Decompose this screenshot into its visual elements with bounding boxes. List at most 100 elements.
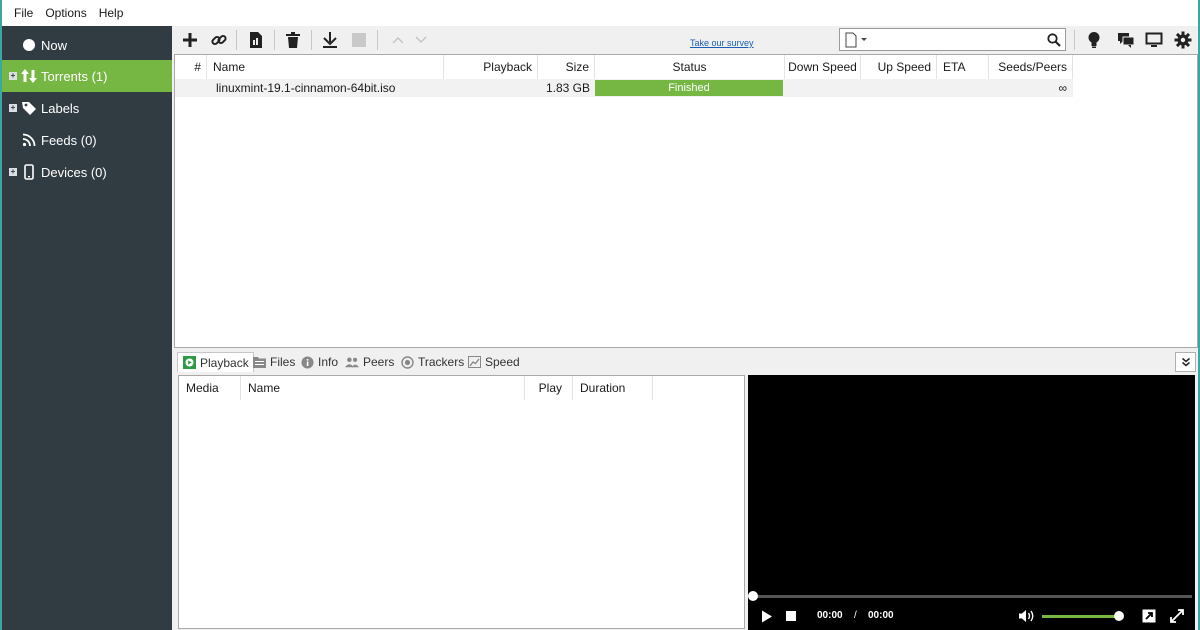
tab-trackers[interactable]: Trackers bbox=[396, 352, 468, 372]
sidebar-item-label: Feeds (0) bbox=[41, 132, 97, 148]
expand-icon[interactable]: + bbox=[9, 72, 17, 80]
sidebar-item-labels[interactable]: + Labels bbox=[2, 92, 172, 124]
column-header-media[interactable]: Media bbox=[179, 376, 241, 400]
column-header-playback[interactable]: Playback bbox=[444, 55, 538, 79]
time-separator: / bbox=[854, 610, 857, 621]
column-header-name[interactable]: Name bbox=[207, 55, 444, 79]
fullscreen-icon bbox=[1170, 609, 1184, 623]
circle-icon bbox=[20, 36, 38, 54]
fullscreen-button[interactable] bbox=[1168, 608, 1186, 624]
menu-help[interactable]: Help bbox=[93, 0, 130, 26]
column-header-play[interactable]: Play bbox=[525, 376, 573, 400]
volume-icon bbox=[1019, 610, 1034, 622]
tab-playback[interactable]: Playback bbox=[177, 352, 254, 372]
torrent-up-speed bbox=[861, 79, 937, 97]
sidebar-item-label: Labels bbox=[41, 100, 80, 116]
sidebar-item-torrents[interactable]: + Torrents (1) bbox=[2, 60, 172, 92]
tab-peers[interactable]: Peers bbox=[341, 352, 398, 372]
menu-options[interactable]: Options bbox=[39, 0, 92, 26]
column-header-number[interactable]: # bbox=[175, 55, 207, 79]
files-icon bbox=[252, 355, 266, 369]
stop-playback-button[interactable] bbox=[782, 608, 800, 624]
torrent-down-speed bbox=[785, 79, 861, 97]
add-torrent-button[interactable] bbox=[179, 29, 201, 51]
status-badge: Finished bbox=[595, 80, 783, 96]
media-list: Media Name Play Duration bbox=[178, 375, 745, 629]
current-time: 00:00 bbox=[817, 610, 843, 621]
phone-icon bbox=[20, 163, 38, 181]
tab-files[interactable]: Files bbox=[248, 352, 299, 372]
details-panel: Playback Files Info Peers Trackers Speed… bbox=[174, 350, 1198, 630]
torrent-playback bbox=[444, 79, 534, 97]
torrent-name: linuxmint-19.1-cinnamon-64bit.iso bbox=[216, 81, 396, 95]
total-time: 00:00 bbox=[868, 610, 894, 621]
play-button[interactable] bbox=[758, 608, 776, 624]
column-header-media-name[interactable]: Name bbox=[241, 376, 525, 400]
stop-button[interactable] bbox=[348, 29, 370, 51]
torrent-list: # Name Playback Size Status Down Speed U… bbox=[174, 54, 1198, 348]
delete-button[interactable] bbox=[282, 29, 304, 51]
tag-icon bbox=[20, 99, 38, 117]
sidebar-item-label: Now bbox=[41, 37, 68, 53]
move-down-button[interactable] bbox=[410, 29, 432, 51]
tab-info[interactable]: Info bbox=[296, 352, 342, 372]
column-header-down-speed[interactable]: Down Speed bbox=[785, 55, 861, 79]
sidebar-item-label: Devices (0) bbox=[41, 164, 107, 180]
search-icon[interactable] bbox=[1045, 31, 1062, 48]
add-link-button[interactable] bbox=[208, 29, 230, 51]
column-header-eta[interactable]: ETA bbox=[937, 55, 989, 79]
expand-icon[interactable]: + bbox=[9, 104, 17, 112]
tab-speed[interactable]: Speed bbox=[463, 352, 524, 372]
move-up-button[interactable] bbox=[387, 29, 409, 51]
toolbar: Take our survey bbox=[172, 26, 1198, 54]
table-row[interactable]: linuxmint-19.1-cinnamon-64bit.iso 1.83 G… bbox=[175, 79, 1073, 97]
menu-file[interactable]: File bbox=[8, 0, 39, 26]
remote-icon[interactable] bbox=[1143, 29, 1165, 51]
survey-link[interactable]: Take our survey bbox=[690, 38, 754, 48]
seek-bar[interactable] bbox=[752, 595, 1192, 598]
peers-icon bbox=[345, 355, 359, 369]
column-header-seeds-peers[interactable]: Seeds/Peers bbox=[989, 55, 1073, 79]
lightbulb-icon[interactable] bbox=[1083, 29, 1105, 51]
playback-icon bbox=[182, 356, 196, 370]
search-input[interactable] bbox=[874, 31, 1034, 48]
sidebar: Now + Torrents (1) + Labels Feeds (0) + … bbox=[2, 26, 172, 630]
play-icon bbox=[762, 610, 772, 622]
tab-label: Speed bbox=[485, 355, 520, 369]
volume-handle[interactable] bbox=[1114, 611, 1124, 621]
expand-icon[interactable]: + bbox=[9, 168, 17, 176]
tab-label: Trackers bbox=[418, 355, 465, 369]
sidebar-item-label: Torrents (1) bbox=[41, 68, 108, 84]
torrent-size: 1.83 GB bbox=[545, 81, 590, 95]
chat-icon[interactable] bbox=[1115, 29, 1137, 51]
column-header-duration[interactable]: Duration bbox=[573, 376, 653, 400]
column-header-up-speed[interactable]: Up Speed bbox=[861, 55, 937, 79]
stop-icon bbox=[786, 611, 796, 621]
info-icon bbox=[300, 355, 314, 369]
collapse-panel-button[interactable] bbox=[1175, 352, 1196, 372]
column-header-status[interactable]: Status bbox=[595, 55, 785, 79]
speed-icon bbox=[467, 355, 481, 369]
row-number bbox=[175, 79, 207, 97]
gear-icon[interactable] bbox=[1172, 29, 1194, 51]
popout-button[interactable] bbox=[1140, 608, 1158, 624]
torrent-seeds-peers: ∞ bbox=[1058, 81, 1067, 95]
create-torrent-button[interactable] bbox=[245, 29, 267, 51]
torrent-eta bbox=[937, 79, 989, 97]
tab-label: Info bbox=[318, 355, 339, 369]
volume-slider[interactable] bbox=[1042, 615, 1118, 618]
chevron-down-icon bbox=[1181, 357, 1190, 367]
transfer-arrows-icon bbox=[20, 67, 38, 85]
tab-label: Peers bbox=[363, 355, 395, 369]
seek-handle[interactable] bbox=[748, 591, 758, 601]
volume-button[interactable] bbox=[1018, 608, 1036, 624]
sidebar-item-devices[interactable]: + Devices (0) bbox=[2, 156, 172, 188]
search-type-dropdown[interactable] bbox=[843, 31, 871, 48]
sidebar-item-feeds[interactable]: Feeds (0) bbox=[2, 124, 172, 156]
download-button[interactable] bbox=[319, 29, 341, 51]
tab-label: Playback bbox=[200, 355, 249, 370]
column-header-size[interactable]: Size bbox=[538, 55, 595, 79]
trackers-icon bbox=[400, 355, 414, 369]
popout-icon bbox=[1142, 609, 1156, 623]
sidebar-item-now[interactable]: Now bbox=[2, 29, 172, 61]
